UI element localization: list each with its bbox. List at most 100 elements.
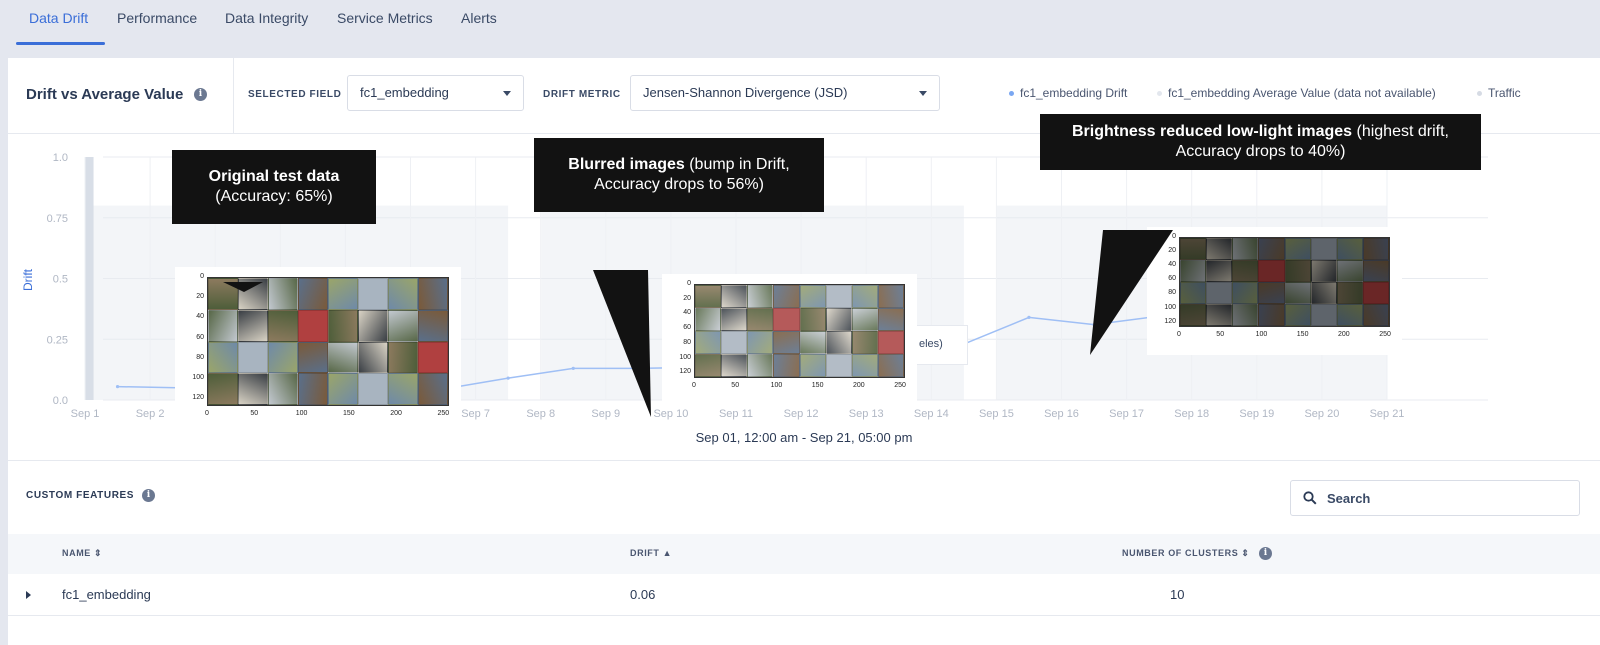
image-tile <box>238 373 268 405</box>
image-tile <box>388 278 418 310</box>
image-tile <box>238 278 268 310</box>
info-icon[interactable]: i <box>1259 547 1272 560</box>
image-axis-y-label: 120 <box>1164 317 1176 325</box>
cell-drift: 0.06 <box>630 587 656 602</box>
image-tile <box>1284 282 1311 304</box>
top-tabs: Data Drift Performance Data Integrity Se… <box>0 0 1600 46</box>
image-tile <box>1336 260 1363 282</box>
tab-data-integrity[interactable]: Data Integrity <box>225 10 308 26</box>
image-tile <box>1232 238 1259 260</box>
chevron-down-icon <box>919 91 927 96</box>
image-tile <box>208 373 238 405</box>
image-tile <box>388 373 418 405</box>
x-tick-label: Sep 18 <box>1174 408 1209 420</box>
y-tick-label: 1.0 <box>53 152 68 164</box>
image-axis-y-label: 120 <box>192 394 204 402</box>
tab-service-metrics[interactable]: Service Metrics <box>337 10 433 26</box>
image-tile <box>268 278 298 310</box>
image-tile <box>358 341 388 374</box>
drift-card: Drift vs Average Value i SELECTED FIELD … <box>8 58 1600 645</box>
x-tick-label: Sep 12 <box>784 408 819 420</box>
image-tile <box>851 308 878 331</box>
annotation-text: (Accuracy: 65%) <box>215 188 333 205</box>
search-placeholder: Search <box>1327 491 1371 506</box>
selected-field-select[interactable]: fc1_embedding <box>347 75 524 111</box>
cell-name: fc1_embedding <box>62 587 151 602</box>
image-tile <box>1310 304 1337 326</box>
tab-data-drift[interactable]: Data Drift <box>29 10 88 26</box>
image-axis-y-label: 20 <box>1168 247 1176 255</box>
image-tile <box>851 354 878 377</box>
tab-alerts[interactable]: Alerts <box>461 10 497 26</box>
expand-caret-icon[interactable] <box>26 591 31 599</box>
image-axis-x-label: 200 <box>853 382 865 389</box>
image-axis-y-label: 60 <box>683 324 691 332</box>
image-tile <box>1284 260 1311 282</box>
x-tick-label: Sep 2 <box>136 408 165 420</box>
cell-clusters: 10 <box>1170 587 1185 602</box>
drift-point <box>115 385 120 389</box>
image-tile <box>825 354 852 377</box>
tab-performance[interactable]: Performance <box>117 10 197 26</box>
column-header-name[interactable]: NAME ⇕ <box>62 548 102 559</box>
legend-item-average-value[interactable]: fc1_embedding Average Value (data not av… <box>1157 86 1436 100</box>
selected-field-label: SELECTED FIELD <box>248 89 342 100</box>
y-tick-label: 0.5 <box>53 274 68 286</box>
annotation-bold: Brightness reduced low-light images <box>1072 123 1353 140</box>
image-axis-y-label: 100 <box>679 353 691 361</box>
image-tile <box>418 278 448 310</box>
legend-dot-icon <box>1157 90 1162 96</box>
image-tile <box>1310 282 1337 304</box>
image-tile <box>388 309 418 342</box>
image-tile <box>268 341 298 374</box>
image-tile <box>721 308 748 331</box>
image-grid <box>1179 237 1390 327</box>
image-grid-original: 0 20 40 60 80 100 120 0 50 100 150 200 250 <box>175 267 461 434</box>
drift-metric-select[interactable]: Jensen-Shannon Divergence (JSD) <box>630 75 940 111</box>
image-tile <box>1336 304 1363 326</box>
legend-item-traffic[interactable]: Traffic <box>1477 86 1521 100</box>
image-tile <box>328 341 358 374</box>
image-tile <box>1310 260 1337 282</box>
info-icon[interactable]: i <box>142 489 155 502</box>
image-tile <box>418 309 448 342</box>
x-tick-label: Sep 19 <box>1239 408 1274 420</box>
info-icon[interactable]: i <box>194 88 207 101</box>
drift-metric-label: DRIFT METRIC <box>543 89 621 100</box>
active-tab-indicator <box>16 42 105 45</box>
image-grid-lowlight: 0 20 40 60 80 100 120 0 50 100 150 200 250 <box>1147 227 1402 355</box>
image-tile <box>1362 282 1389 304</box>
image-tile <box>208 341 238 374</box>
image-tile <box>721 285 748 308</box>
image-axis-y-label: 80 <box>196 353 204 361</box>
image-tile <box>1206 260 1233 282</box>
image-tile <box>298 341 328 374</box>
legend-label: fc1_embedding Drift <box>1020 86 1128 100</box>
legend-item-drift[interactable]: fc1_embedding Drift <box>1009 86 1127 100</box>
column-header-drift[interactable]: DRIFT ▲ <box>630 548 672 558</box>
column-header-clusters[interactable]: NUMBER OF CLUSTERS ⇕ <box>1122 548 1250 559</box>
image-tile <box>208 309 238 342</box>
image-tile <box>851 331 878 354</box>
image-tile <box>695 308 722 331</box>
image-tile <box>1258 238 1285 260</box>
table-row[interactable]: fc1_embedding 0.06 10 <box>8 574 1600 616</box>
image-grid <box>694 284 905 378</box>
search-input[interactable]: Search <box>1290 480 1580 516</box>
image-tile <box>1180 260 1207 282</box>
image-axis-y-label: 40 <box>1168 261 1176 269</box>
y-tick-label: 0.75 <box>47 213 68 225</box>
image-axis-y-label: 20 <box>683 294 691 302</box>
section-divider <box>8 460 1600 461</box>
x-tick-label: Sep 7 <box>461 408 490 420</box>
image-tile <box>1232 282 1259 304</box>
image-tile <box>1180 238 1207 260</box>
card-title: Drift vs Average Value <box>26 86 184 103</box>
image-tile <box>799 308 826 331</box>
image-axis-x-label: 250 <box>1379 331 1391 338</box>
image-axis-y-label: 60 <box>1168 275 1176 283</box>
image-tile <box>298 309 328 342</box>
x-tick-label: Sep 9 <box>591 408 620 420</box>
image-tile <box>1232 260 1259 282</box>
image-axis-y-label: 120 <box>679 368 691 376</box>
